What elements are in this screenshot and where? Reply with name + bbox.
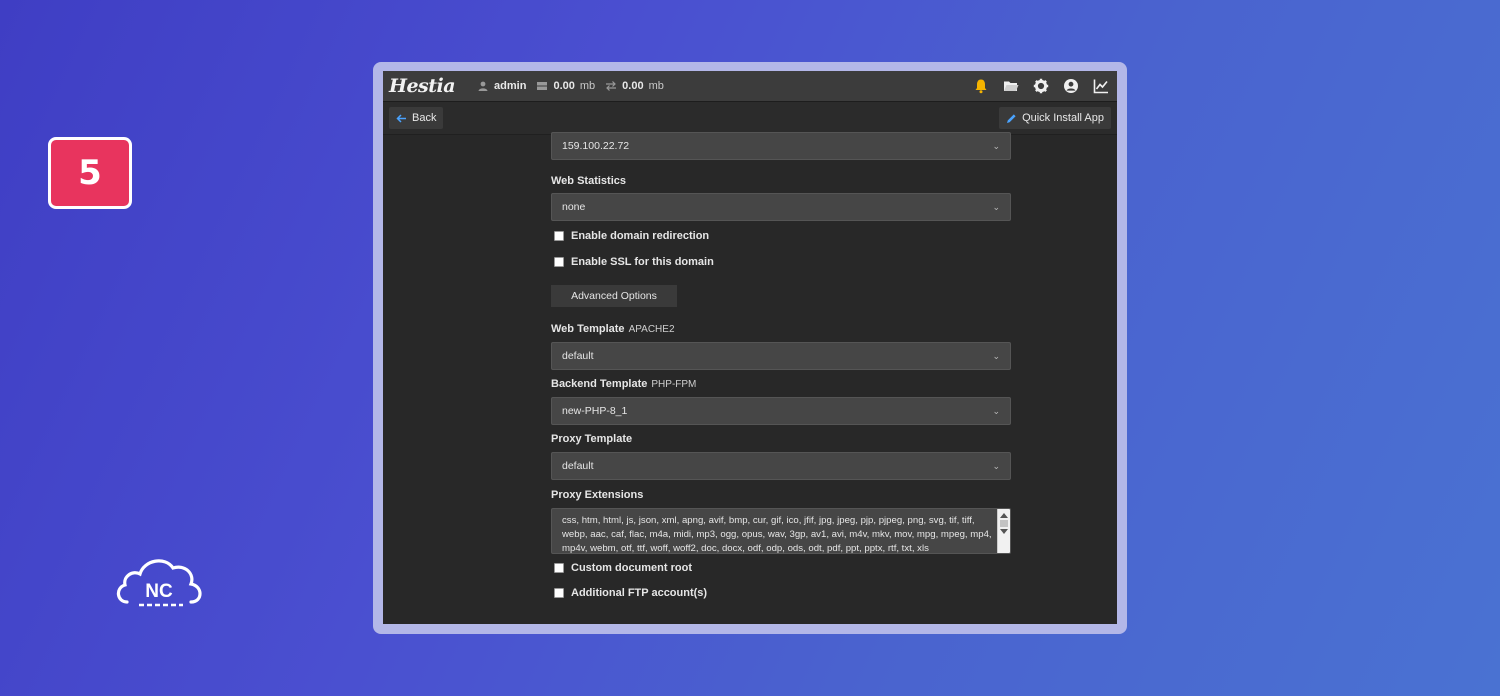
disk-unit: mb [579, 80, 596, 92]
hestia-panel: Hestia admin 0.00 mb 0.00 mb Back Quick … [383, 71, 1117, 624]
ip-address-select[interactable]: 159.100.22.72 ⌄ [551, 132, 1011, 160]
bell-icon[interactable] [973, 78, 989, 94]
scroll-down-arrow-icon[interactable] [1000, 529, 1008, 534]
gear-icon[interactable] [1033, 78, 1049, 94]
bandwidth-unit: mb [648, 80, 664, 92]
quick-install-label: Quick Install App [1022, 112, 1104, 124]
chevron-down-icon: ⌄ [992, 350, 1000, 361]
user-icon [478, 81, 488, 91]
additional-ftp-label: Additional FTP account(s) [571, 587, 708, 599]
backend-template-title: Backend Template [551, 378, 648, 390]
advanced-options-button[interactable]: Advanced Options [551, 285, 677, 307]
checkbox-box[interactable] [554, 257, 564, 267]
web-template-value: default [562, 350, 594, 362]
web-template-select[interactable]: default ⌄ [551, 342, 1011, 370]
backend-template-label: Backend Template PHP-FPM [551, 378, 696, 390]
proxy-template-value: default [562, 460, 594, 472]
top-bar: Hestia admin 0.00 mb 0.00 mb [383, 71, 1117, 102]
ip-address-value: 159.100.22.72 [562, 140, 630, 152]
user-stat[interactable]: admin [477, 80, 526, 92]
pencil-icon [1007, 113, 1016, 123]
bandwidth-stat: 0.00 mb [605, 80, 664, 92]
proxy-extensions-textarea[interactable]: css, htm, html, js, json, xml, apng, avi… [551, 508, 1011, 554]
proxy-template-select[interactable]: default ⌄ [551, 452, 1011, 480]
folder-icon[interactable] [1003, 78, 1019, 94]
proxy-extensions-value: css, htm, html, js, json, xml, apng, avi… [562, 515, 992, 554]
web-statistics-select[interactable]: none ⌄ [551, 193, 1011, 221]
back-button-label: Back [412, 112, 437, 124]
custom-docroot-checkbox[interactable]: Custom document root [554, 562, 692, 574]
checkbox-box[interactable] [554, 588, 564, 598]
disk-value: 0.00 [553, 80, 575, 92]
proxy-extensions-label: Proxy Extensions [551, 489, 644, 501]
web-template-title: Web Template [551, 323, 625, 335]
backend-template-select[interactable]: new-PHP-8_1 ⌄ [551, 397, 1011, 425]
enable-ssl-label: Enable SSL for this domain [571, 256, 714, 268]
hard-drive-icon [537, 82, 548, 90]
screenshot-frame: Hestia admin 0.00 mb 0.00 mb Back Quick … [373, 62, 1127, 634]
nc-cloud-logo: NC [113, 552, 205, 610]
chart-icon[interactable] [1093, 78, 1109, 94]
backend-template-sub: PHP-FPM [651, 379, 697, 390]
chevron-down-icon: ⌄ [992, 140, 1000, 151]
user-circle-icon[interactable] [1063, 78, 1079, 94]
hestia-logo[interactable]: Hestia [389, 75, 456, 97]
username: admin [494, 80, 527, 92]
toolbar: Back Quick Install App [383, 102, 1117, 135]
web-template-sub: APACHE2 [628, 324, 675, 335]
chevron-down-icon: ⌄ [992, 201, 1000, 212]
transfer-arrows-icon [606, 81, 617, 91]
backend-template-value: new-PHP-8_1 [562, 405, 628, 417]
enable-redirection-checkbox[interactable]: Enable domain redirection [554, 230, 709, 242]
web-template-label: Web Template APACHE2 [551, 323, 675, 335]
disk-stat: 0.00 mb [536, 80, 595, 92]
arrow-left-icon [396, 113, 406, 123]
chevron-down-icon: ⌄ [992, 405, 1000, 416]
checkbox-box[interactable] [554, 231, 564, 241]
additional-ftp-checkbox[interactable]: Additional FTP account(s) [554, 587, 707, 599]
enable-redirection-label: Enable domain redirection [571, 230, 710, 242]
checkbox-box[interactable] [554, 563, 564, 573]
scroll-thumb[interactable] [1000, 520, 1008, 527]
scroll-up-arrow-icon[interactable] [1000, 513, 1008, 518]
nc-logo-text: NC [145, 581, 173, 602]
bandwidth-value: 0.00 [622, 80, 644, 92]
quick-install-app-button[interactable]: Quick Install App [999, 107, 1111, 129]
chevron-down-icon: ⌄ [992, 460, 1000, 471]
web-statistics-value: none [562, 201, 586, 213]
textarea-scrollbar[interactable] [997, 509, 1010, 553]
back-button[interactable]: Back [389, 107, 444, 129]
web-statistics-label: Web Statistics [551, 175, 626, 187]
proxy-template-label: Proxy Template [551, 433, 633, 445]
enable-ssl-checkbox[interactable]: Enable SSL for this domain [554, 256, 714, 268]
custom-docroot-label: Custom document root [571, 562, 692, 574]
step-badge: 5 [48, 137, 132, 209]
